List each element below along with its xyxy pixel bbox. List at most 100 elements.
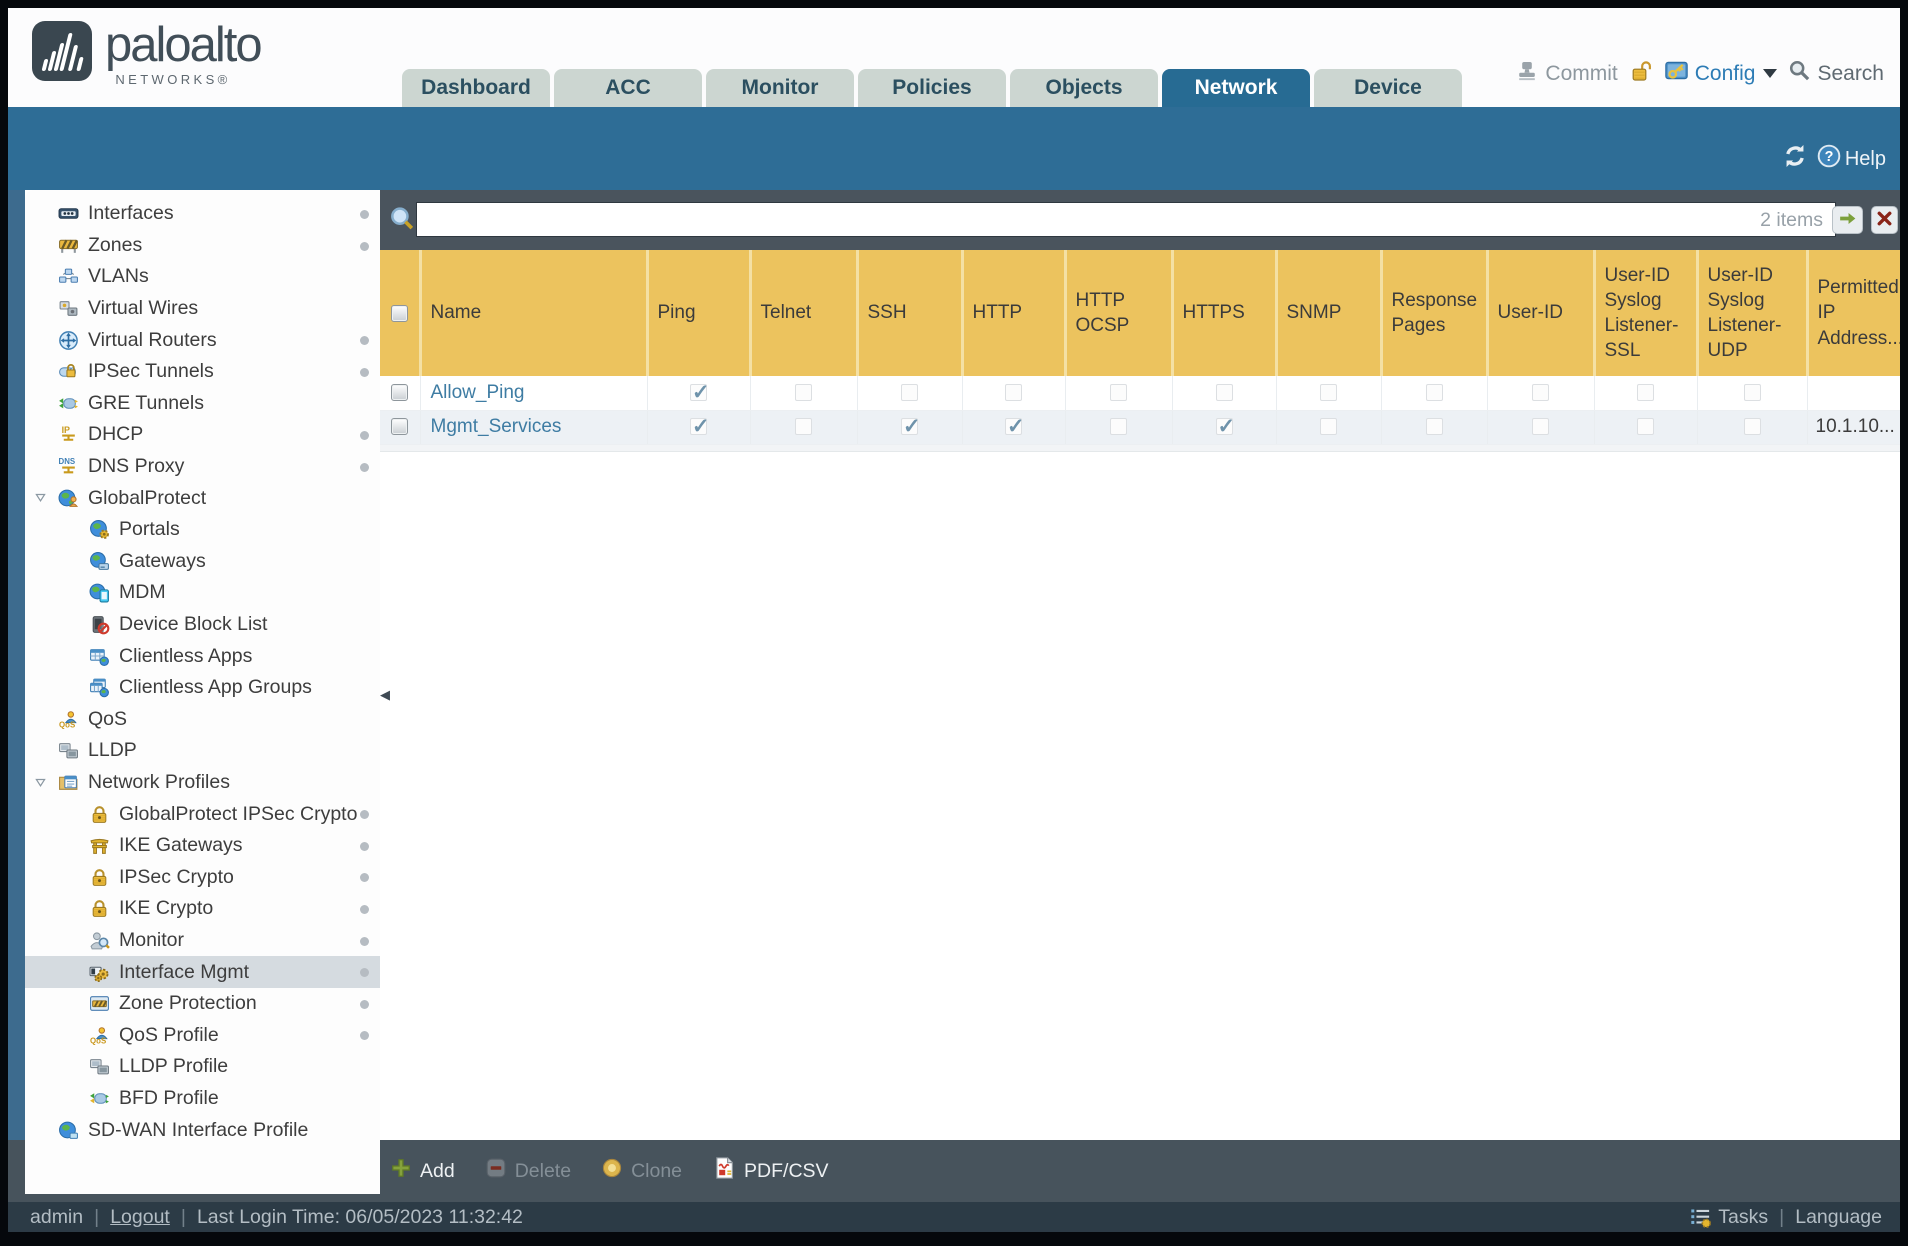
lock-icon[interactable] <box>1629 59 1653 89</box>
select-all-checkbox[interactable] <box>390 304 408 322</box>
expander-triangle-icon[interactable] <box>33 490 49 506</box>
profile-name-link[interactable]: Allow_Ping <box>420 376 648 411</box>
help-link[interactable]: ? Help <box>1817 144 1886 174</box>
sidebar-item-label: Gateways <box>119 549 206 572</box>
sidebar-item-virtual-wires[interactable]: Virtual Wires <box>25 293 380 325</box>
sidebar-item-lldp-profile[interactable]: LLDP Profile <box>25 1051 380 1083</box>
sidebar-item-gateways[interactable]: Gateways <box>25 546 380 578</box>
dhcp-icon: IP <box>58 424 79 445</box>
column-header-name[interactable]: Name <box>420 250 649 376</box>
network-profiles-icon <box>58 772 79 793</box>
tasks-button[interactable]: Tasks <box>1718 1206 1768 1229</box>
sidebar-item-dns-proxy[interactable]: DNS DNS Proxy <box>25 451 380 483</box>
sidebar-item-network-profiles[interactable]: Network Profiles <box>25 767 380 799</box>
clear-filter-button[interactable] <box>1871 206 1898 234</box>
paloalto-logo-icon <box>32 21 92 81</box>
sidebar-item-monitor[interactable]: Monitor <box>25 925 380 957</box>
column-header-ping[interactable]: Ping <box>647 250 752 376</box>
sidebar-item-interface-mgmt[interactable]: Interface Mgmt <box>25 956 380 988</box>
add-button[interactable]: Add <box>390 1157 455 1185</box>
sidebar-item-clientless-app-groups[interactable]: Clientless App Groups <box>25 672 380 704</box>
tab-policies[interactable]: Policies <box>858 69 1006 107</box>
sidebar-item-zone-protection[interactable]: Zone Protection <box>25 988 380 1020</box>
tab-device[interactable]: Device <box>1314 69 1462 107</box>
service-cell-ssh <box>857 376 963 411</box>
tab-monitor[interactable]: Monitor <box>706 69 854 107</box>
expander-triangle-icon[interactable] <box>33 775 49 791</box>
sidebar-collapse-handle[interactable]: ◀ <box>380 688 390 701</box>
filter-input[interactable] <box>417 203 1835 236</box>
sidebar-item-qos-profile[interactable]: QoS QoS Profile <box>25 1019 380 1051</box>
service-cell-telnet <box>750 376 858 411</box>
left-gutter <box>8 190 25 1140</box>
sidebar-item-ike-crypto[interactable]: IKE Crypto <box>25 893 380 925</box>
mdm-icon <box>89 582 110 603</box>
profile-name-link[interactable]: Mgmt_Services <box>420 410 648 445</box>
config-menu[interactable]: Config <box>1664 58 1778 89</box>
sidebar-item-qos[interactable]: QoS QoS <box>25 704 380 736</box>
column-header-snmp[interactable]: SNMP <box>1276 250 1383 376</box>
tab-network[interactable]: Network <box>1162 69 1310 107</box>
delete-icon <box>485 1157 507 1185</box>
apply-filter-button[interactable] <box>1832 206 1863 234</box>
column-header-response-pages[interactable]: Response Pages <box>1381 250 1489 376</box>
column-header-http-ocsp[interactable]: HTTP OCSP <box>1065 250 1174 376</box>
sidebar-item-portals[interactable]: Portals <box>25 514 380 546</box>
tab-dashboard[interactable]: Dashboard <box>402 69 550 107</box>
refresh-icon[interactable] <box>1782 143 1808 175</box>
column-header-user-id[interactable]: User-ID <box>1487 250 1596 376</box>
logout-link[interactable]: Logout <box>110 1206 170 1229</box>
sidebar-item-globalprotect[interactable]: GlobalProtect <box>25 482 380 514</box>
sidebar-item-label: Clientless App Groups <box>119 676 312 699</box>
globalprotect-icon <box>58 488 79 509</box>
sidebar-item-vlans[interactable]: VLANs <box>25 261 380 293</box>
sidebar-item-device-block-list[interactable]: Device Block List <box>25 609 380 641</box>
column-header-permitted-ip-address[interactable]: Permitted IP Address... <box>1807 250 1900 376</box>
column-header-user-id-syslog-listener-ssl[interactable]: User-ID Syslog Listener-SSL <box>1594 250 1699 376</box>
row-select-checkbox[interactable] <box>391 418 409 436</box>
sidebar-item-label: IKE Gateways <box>119 834 243 857</box>
sidebar-item-gre-tunnels[interactable]: GRE Tunnels <box>25 388 380 420</box>
sidebar-item-dhcp[interactable]: IP DHCP <box>25 419 380 451</box>
sidebar-item-zones[interactable]: Zones <box>25 230 380 262</box>
sidebar-item-label: GRE Tunnels <box>88 391 204 414</box>
logo-text: paloalto NETWORKS® <box>105 20 263 87</box>
gateways-icon <box>89 551 110 572</box>
sidebar-item-virtual-routers[interactable]: Virtual Routers <box>25 324 380 356</box>
sidebar-item-ipsec-crypto[interactable]: IPSec Crypto <box>25 861 380 893</box>
sidebar-item-mdm[interactable]: MDM <box>25 577 380 609</box>
delete-button[interactable]: Delete <box>485 1157 571 1185</box>
sidebar-item-clientless-apps[interactable]: Clientless Apps <box>25 640 380 672</box>
zone-protection-icon <box>89 993 110 1014</box>
global-search-button[interactable]: Search <box>1788 59 1884 88</box>
row-select-checkbox[interactable] <box>391 384 409 402</box>
service-cell-response-pages <box>1381 376 1488 411</box>
sidebar-item-ipsec-tunnels[interactable]: IPSec Tunnels <box>25 356 380 388</box>
sidebar-item-sd-wan-interface-profile[interactable]: SD-WAN Interface Profile <box>25 1114 380 1146</box>
column-header-https[interactable]: HTTPS <box>1172 250 1278 376</box>
language-button[interactable]: Language <box>1795 1206 1882 1229</box>
column-header-http[interactable]: HTTP <box>962 250 1067 376</box>
search-icon <box>1788 59 1811 88</box>
sidebar-item-ike-gateways[interactable]: IKE Gateways <box>25 830 380 862</box>
tab-acc[interactable]: ACC <box>554 69 702 107</box>
pdf-csv-button[interactable]: PDF/CSV <box>712 1156 829 1186</box>
clone-button[interactable]: Clone <box>601 1157 682 1185</box>
monitor-icon <box>89 930 110 951</box>
column-header-user-id-syslog-listener-udp[interactable]: User-ID Syslog Listener-UDP <box>1697 250 1809 376</box>
sidebar-item-label: Virtual Routers <box>88 328 217 351</box>
status-bar: admin | Logout | Last Login Time: 06/05/… <box>8 1202 1900 1232</box>
sidebar-item-interfaces[interactable]: Interfaces <box>25 198 380 230</box>
lock-icon <box>89 867 110 888</box>
sidebar-item-lldp[interactable]: LLDP <box>25 735 380 767</box>
column-header-telnet[interactable]: Telnet <box>750 250 859 376</box>
sidebar-item-bfd-profile[interactable]: BFD Profile <box>25 1083 380 1115</box>
column-header-ssh[interactable]: SSH <box>857 250 964 376</box>
sidebar-item-label: LLDP <box>88 739 137 762</box>
service-cell-user-id <box>1487 410 1595 445</box>
help-label: Help <box>1844 147 1886 170</box>
service-cell-user-id-syslog-listener-udp <box>1697 410 1808 445</box>
commit-button[interactable]: Commit <box>1515 59 1618 89</box>
sidebar-item-globalprotect-ipsec-crypto[interactable]: GlobalProtect IPSec Crypto <box>25 798 380 830</box>
tab-objects[interactable]: Objects <box>1010 69 1158 107</box>
